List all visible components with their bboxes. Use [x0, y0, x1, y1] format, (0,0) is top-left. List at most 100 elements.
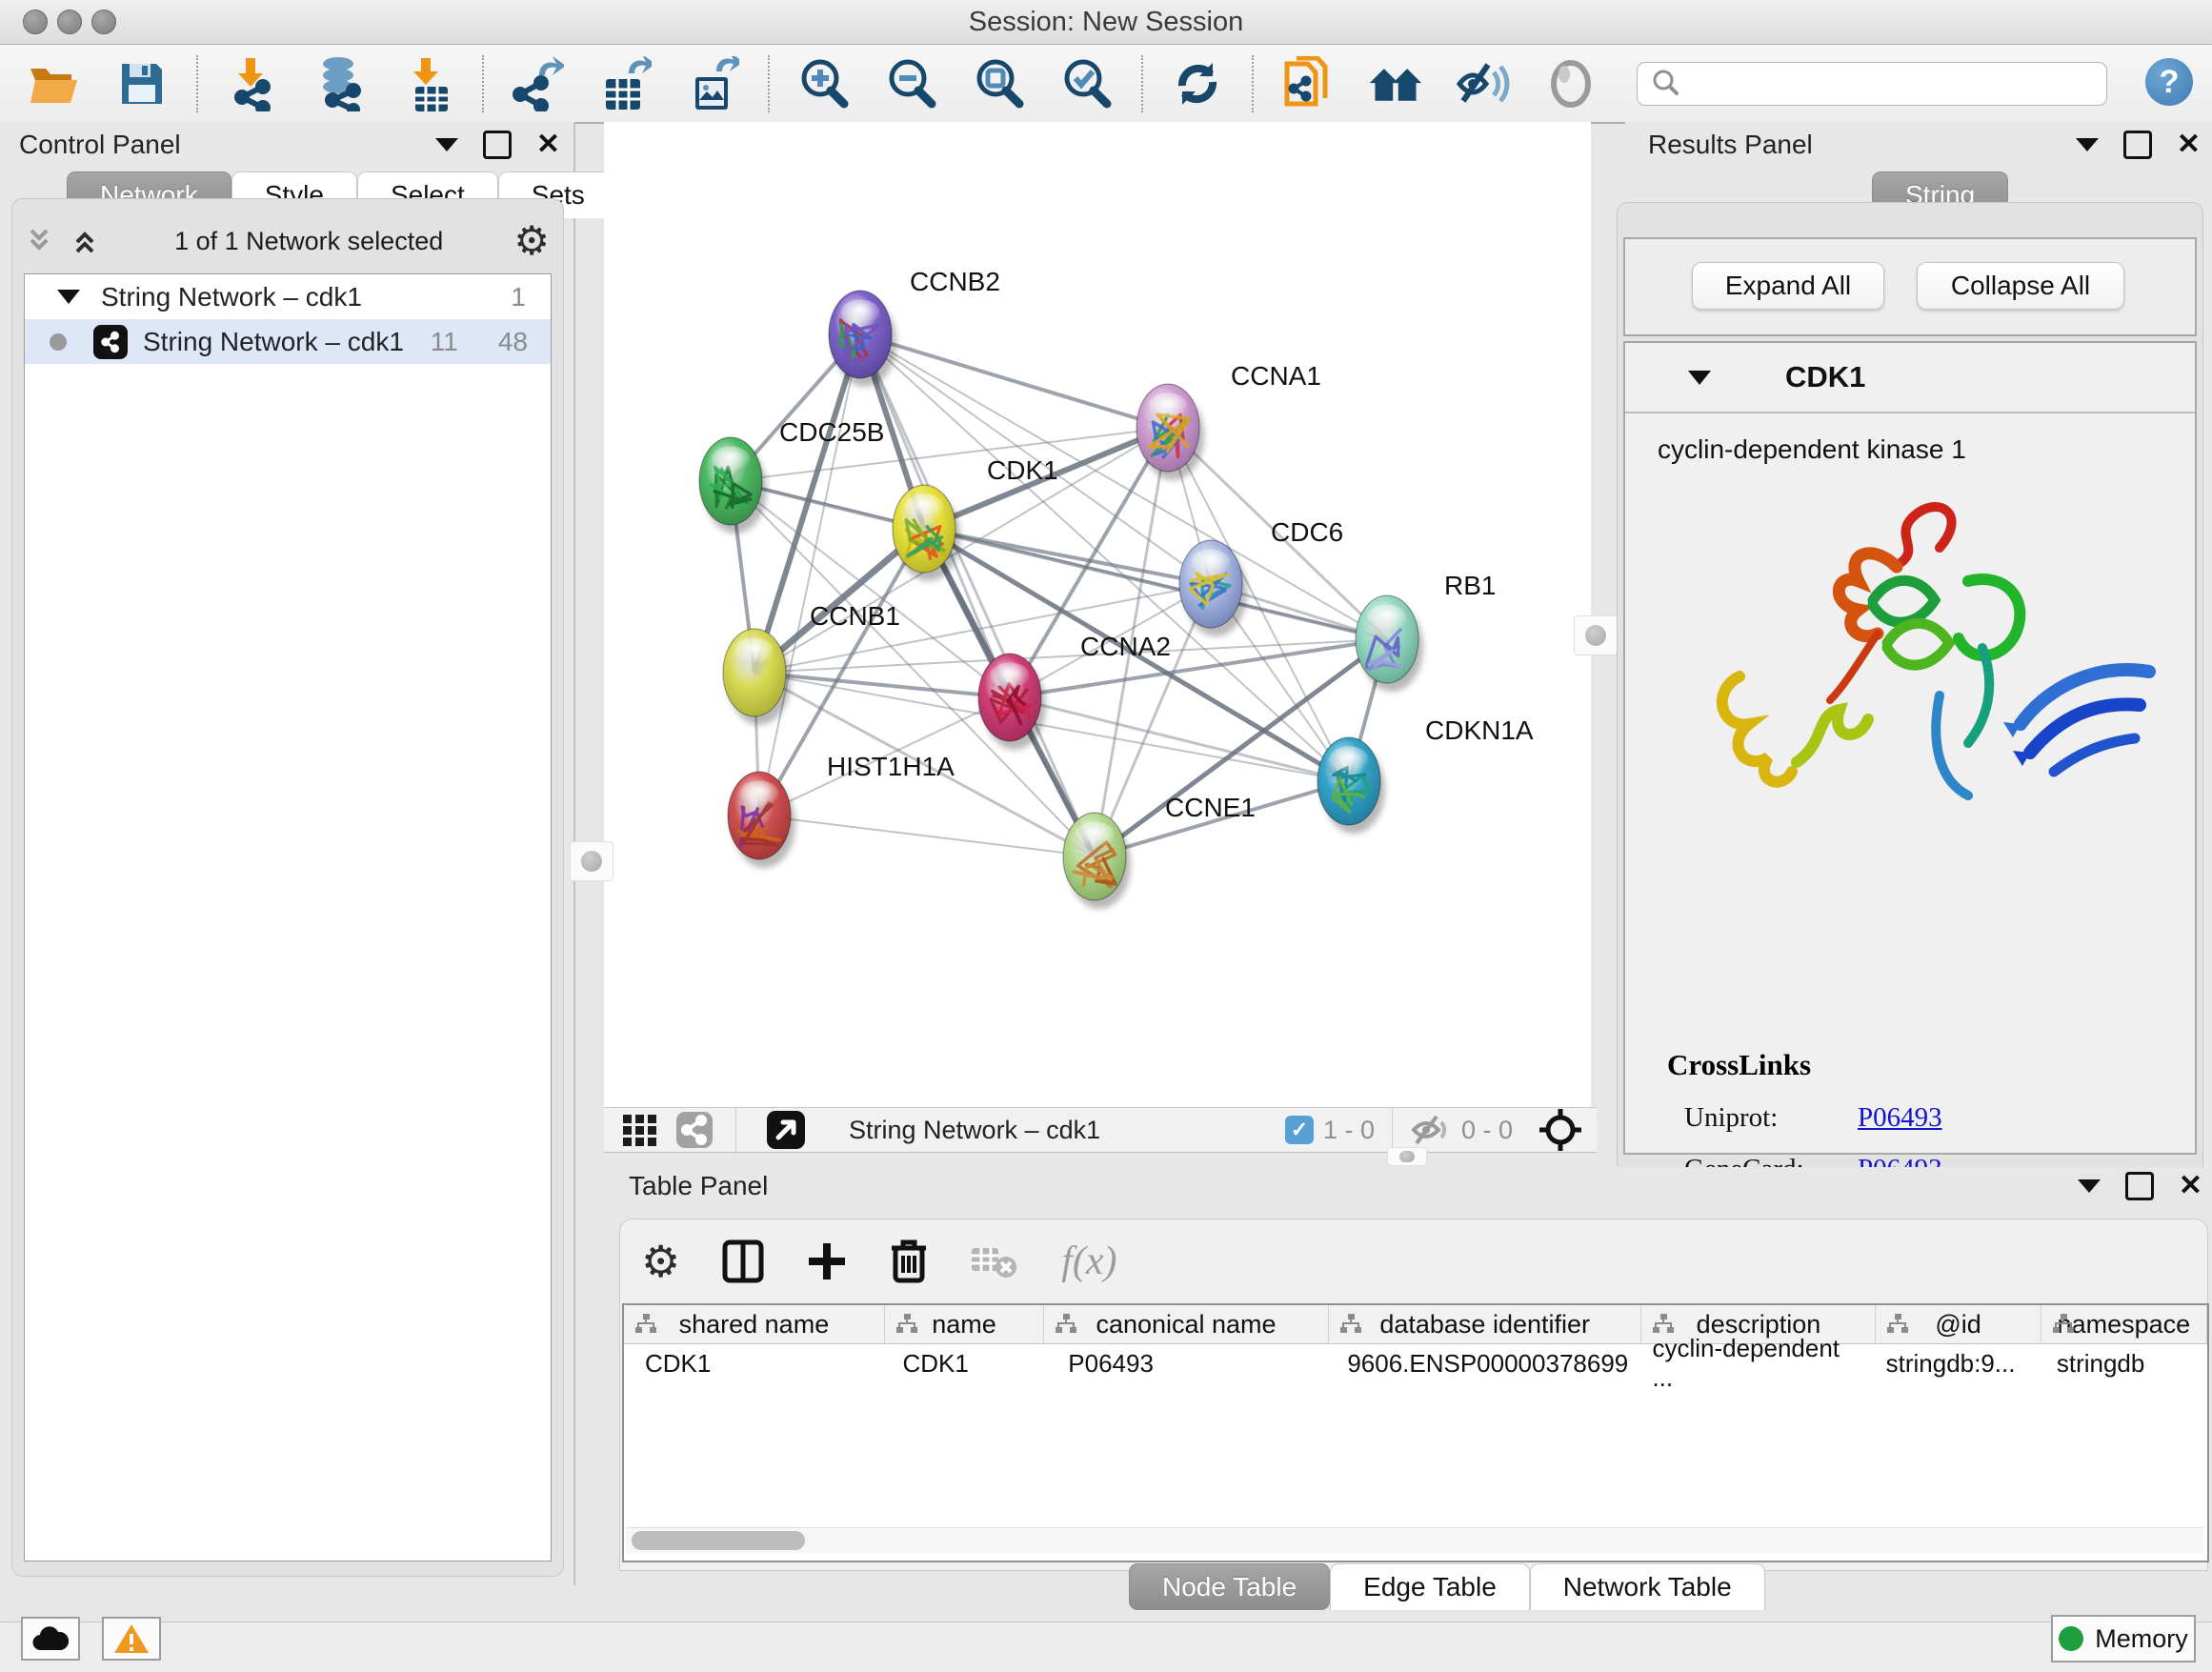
duplicate-network-icon[interactable] — [1280, 56, 1336, 111]
import-network-icon[interactable] — [225, 56, 280, 111]
table-panel-close-icon[interactable]: ✕ — [2179, 1175, 2202, 1198]
table-row[interactable]: CDK1CDK1P064939606.ENSP00000378699cyclin… — [624, 1344, 2207, 1382]
import-database-icon[interactable] — [312, 56, 368, 111]
network-share-view-icon[interactable] — [674, 1110, 714, 1150]
collapse-all-chevron-icon[interactable] — [26, 227, 58, 255]
results-panel-close-icon[interactable]: ✕ — [2177, 133, 2201, 156]
tab-node-table[interactable]: Node Table — [1129, 1563, 1330, 1610]
network-collection-row[interactable]: String Network – cdk1 1 — [25, 274, 551, 319]
export-table-icon[interactable] — [598, 56, 654, 111]
add-column-icon[interactable] — [806, 1239, 848, 1283]
search-field[interactable] — [1637, 62, 2107, 106]
table-cell[interactable]: CDK1 — [881, 1344, 1047, 1382]
node-label-CDC25B: CDC25B — [779, 417, 884, 447]
column-header-id[interactable]: @id — [1876, 1305, 2041, 1343]
table-cell[interactable]: stringdb:9... — [1865, 1344, 2036, 1382]
left-splitter-handle[interactable] — [570, 841, 613, 881]
scrollbar-thumb[interactable] — [632, 1531, 805, 1550]
node-table[interactable]: shared namenamecanonical namedatabase id… — [622, 1303, 2209, 1562]
table-horizontal-scrollbar[interactable] — [626, 1527, 2203, 1553]
delete-column-icon[interactable] — [890, 1239, 928, 1284]
birds-eye-view-icon[interactable] — [765, 1109, 807, 1151]
crosslink-link[interactable]: P06493 — [1858, 1102, 1942, 1134]
expand-all-chevron-icon[interactable] — [71, 227, 104, 255]
network-node-HIST1H1A[interactable] — [728, 772, 795, 868]
network-node-CCNA2[interactable] — [978, 654, 1046, 750]
network-row[interactable]: String Network – cdk1 11 48 — [25, 319, 551, 364]
control-panel-close-icon[interactable]: ✕ — [536, 133, 560, 156]
cdk1-result-entry: CDK1 cyclin-dependent kinase 1 — [1623, 341, 2197, 1155]
import-table-icon[interactable] — [400, 56, 455, 111]
column-header-sharedname[interactable]: shared name — [624, 1305, 885, 1343]
show-columns-icon[interactable] — [722, 1239, 764, 1283]
table-panel: Table Panel ✕ ⚙ f(x) shared namenamecano… — [617, 1167, 2212, 1567]
right-splitter-handle[interactable] — [1574, 615, 1618, 655]
column-header-canonicalname[interactable]: canonical name — [1044, 1305, 1329, 1343]
collection-expand-icon[interactable] — [57, 290, 80, 304]
cloud-button[interactable] — [21, 1617, 80, 1661]
column-header-name[interactable]: name — [885, 1305, 1044, 1343]
zoom-out-icon[interactable] — [884, 56, 939, 111]
network-tab-panel: 1 of 1 Network selected ⚙ String Network… — [11, 198, 564, 1577]
network-node-CCNB1[interactable] — [723, 629, 791, 725]
network-edge-CCNB2-CCNA1[interactable] — [860, 334, 1168, 428]
network-node-CCNB2[interactable] — [829, 291, 896, 387]
tab-network-table[interactable]: Network Table — [1530, 1563, 1765, 1610]
home-icon[interactable] — [1368, 56, 1423, 111]
help-icon[interactable]: ? — [2145, 58, 2193, 106]
table-cell[interactable]: CDK1 — [624, 1344, 881, 1382]
selected-nodes-checkbox[interactable]: ✓ — [1285, 1116, 1314, 1144]
network-edge-HIST1H1A-CCNE1[interactable] — [759, 816, 1095, 856]
network-node-CCNE1[interactable] — [1063, 813, 1131, 909]
search-input[interactable] — [1685, 62, 2106, 106]
table-cell[interactable]: stringdb — [2036, 1344, 2207, 1382]
collapse-all-button[interactable]: Collapse All — [1917, 262, 2124, 310]
column-header-namespace[interactable]: namespace — [2041, 1305, 2207, 1343]
table-cell[interactable]: 9606.ENSP00000378699 — [1326, 1344, 1631, 1382]
node-label-CDK1: CDK1 — [987, 455, 1058, 485]
column-header-databaseidentifier[interactable]: database identifier — [1329, 1305, 1642, 1343]
network-icon — [93, 325, 128, 359]
table-options-gear-icon[interactable]: ⚙ — [641, 1242, 680, 1280]
refresh-icon[interactable] — [1170, 56, 1225, 111]
column-header-description[interactable]: description — [1641, 1305, 1876, 1343]
network-node-count: 11 — [431, 327, 458, 357]
export-network-icon[interactable] — [511, 56, 566, 111]
collection-count: 1 — [511, 282, 526, 312]
network-node-RB1[interactable] — [1356, 595, 1423, 692]
bottom-splitter-handle[interactable] — [1387, 1147, 1427, 1166]
toggle-view-icon[interactable] — [1543, 56, 1599, 111]
save-session-icon[interactable] — [114, 56, 170, 111]
fit-selected-crosshair-icon[interactable] — [1538, 1107, 1583, 1153]
network-options-gear-icon[interactable]: ⚙ — [513, 222, 550, 260]
table-cell[interactable]: cyclin-dependent ... — [1631, 1344, 1864, 1382]
table-panel-float-icon[interactable] — [2078, 1179, 2101, 1193]
network-edge-RB1-CCNA2[interactable] — [1010, 639, 1387, 697]
memory-button[interactable]: Memory — [2051, 1615, 2196, 1662]
hidden-eye-icon[interactable] — [1410, 1113, 1452, 1147]
network-node-CDKN1A[interactable] — [1317, 737, 1385, 834]
hide-unhide-icon[interactable] — [1456, 56, 1511, 111]
zoom-fit-icon[interactable] — [972, 56, 1027, 111]
network-canvas[interactable]: CCNB2CCNA1CDC25BCDK1CDC6RB1CCNB1CCNA2CDK… — [604, 122, 1591, 1107]
network-node-CDC6[interactable] — [1179, 540, 1247, 636]
export-image-icon[interactable] — [686, 56, 741, 111]
table-panel-maximize-icon[interactable] — [2125, 1172, 2154, 1200]
zoom-in-icon[interactable] — [796, 56, 852, 111]
node-label-CCNA1: CCNA1 — [1231, 361, 1321, 391]
expand-all-button[interactable]: Expand All — [1692, 262, 1884, 310]
table-cell[interactable]: P06493 — [1047, 1344, 1326, 1382]
cdk1-entry-header[interactable]: CDK1 — [1625, 343, 2195, 413]
cdk1-collapse-icon[interactable] — [1688, 371, 1711, 385]
control-panel-float-icon[interactable] — [435, 138, 458, 151]
open-session-icon[interactable] — [27, 56, 82, 111]
warning-button[interactable] — [102, 1617, 161, 1661]
tab-edge-table[interactable]: Edge Table — [1330, 1563, 1530, 1610]
results-panel-float-icon[interactable] — [2076, 138, 2099, 151]
results-panel-maximize-icon[interactable] — [2123, 131, 2152, 159]
control-panel-maximize-icon[interactable] — [483, 131, 512, 159]
zoom-selected-icon[interactable] — [1059, 56, 1115, 111]
network-edge-CCNB2-HIST1H1A[interactable] — [759, 334, 860, 816]
results-button-box: Expand All Collapse All — [1623, 237, 2197, 336]
grid-view-icon[interactable] — [619, 1111, 661, 1149]
